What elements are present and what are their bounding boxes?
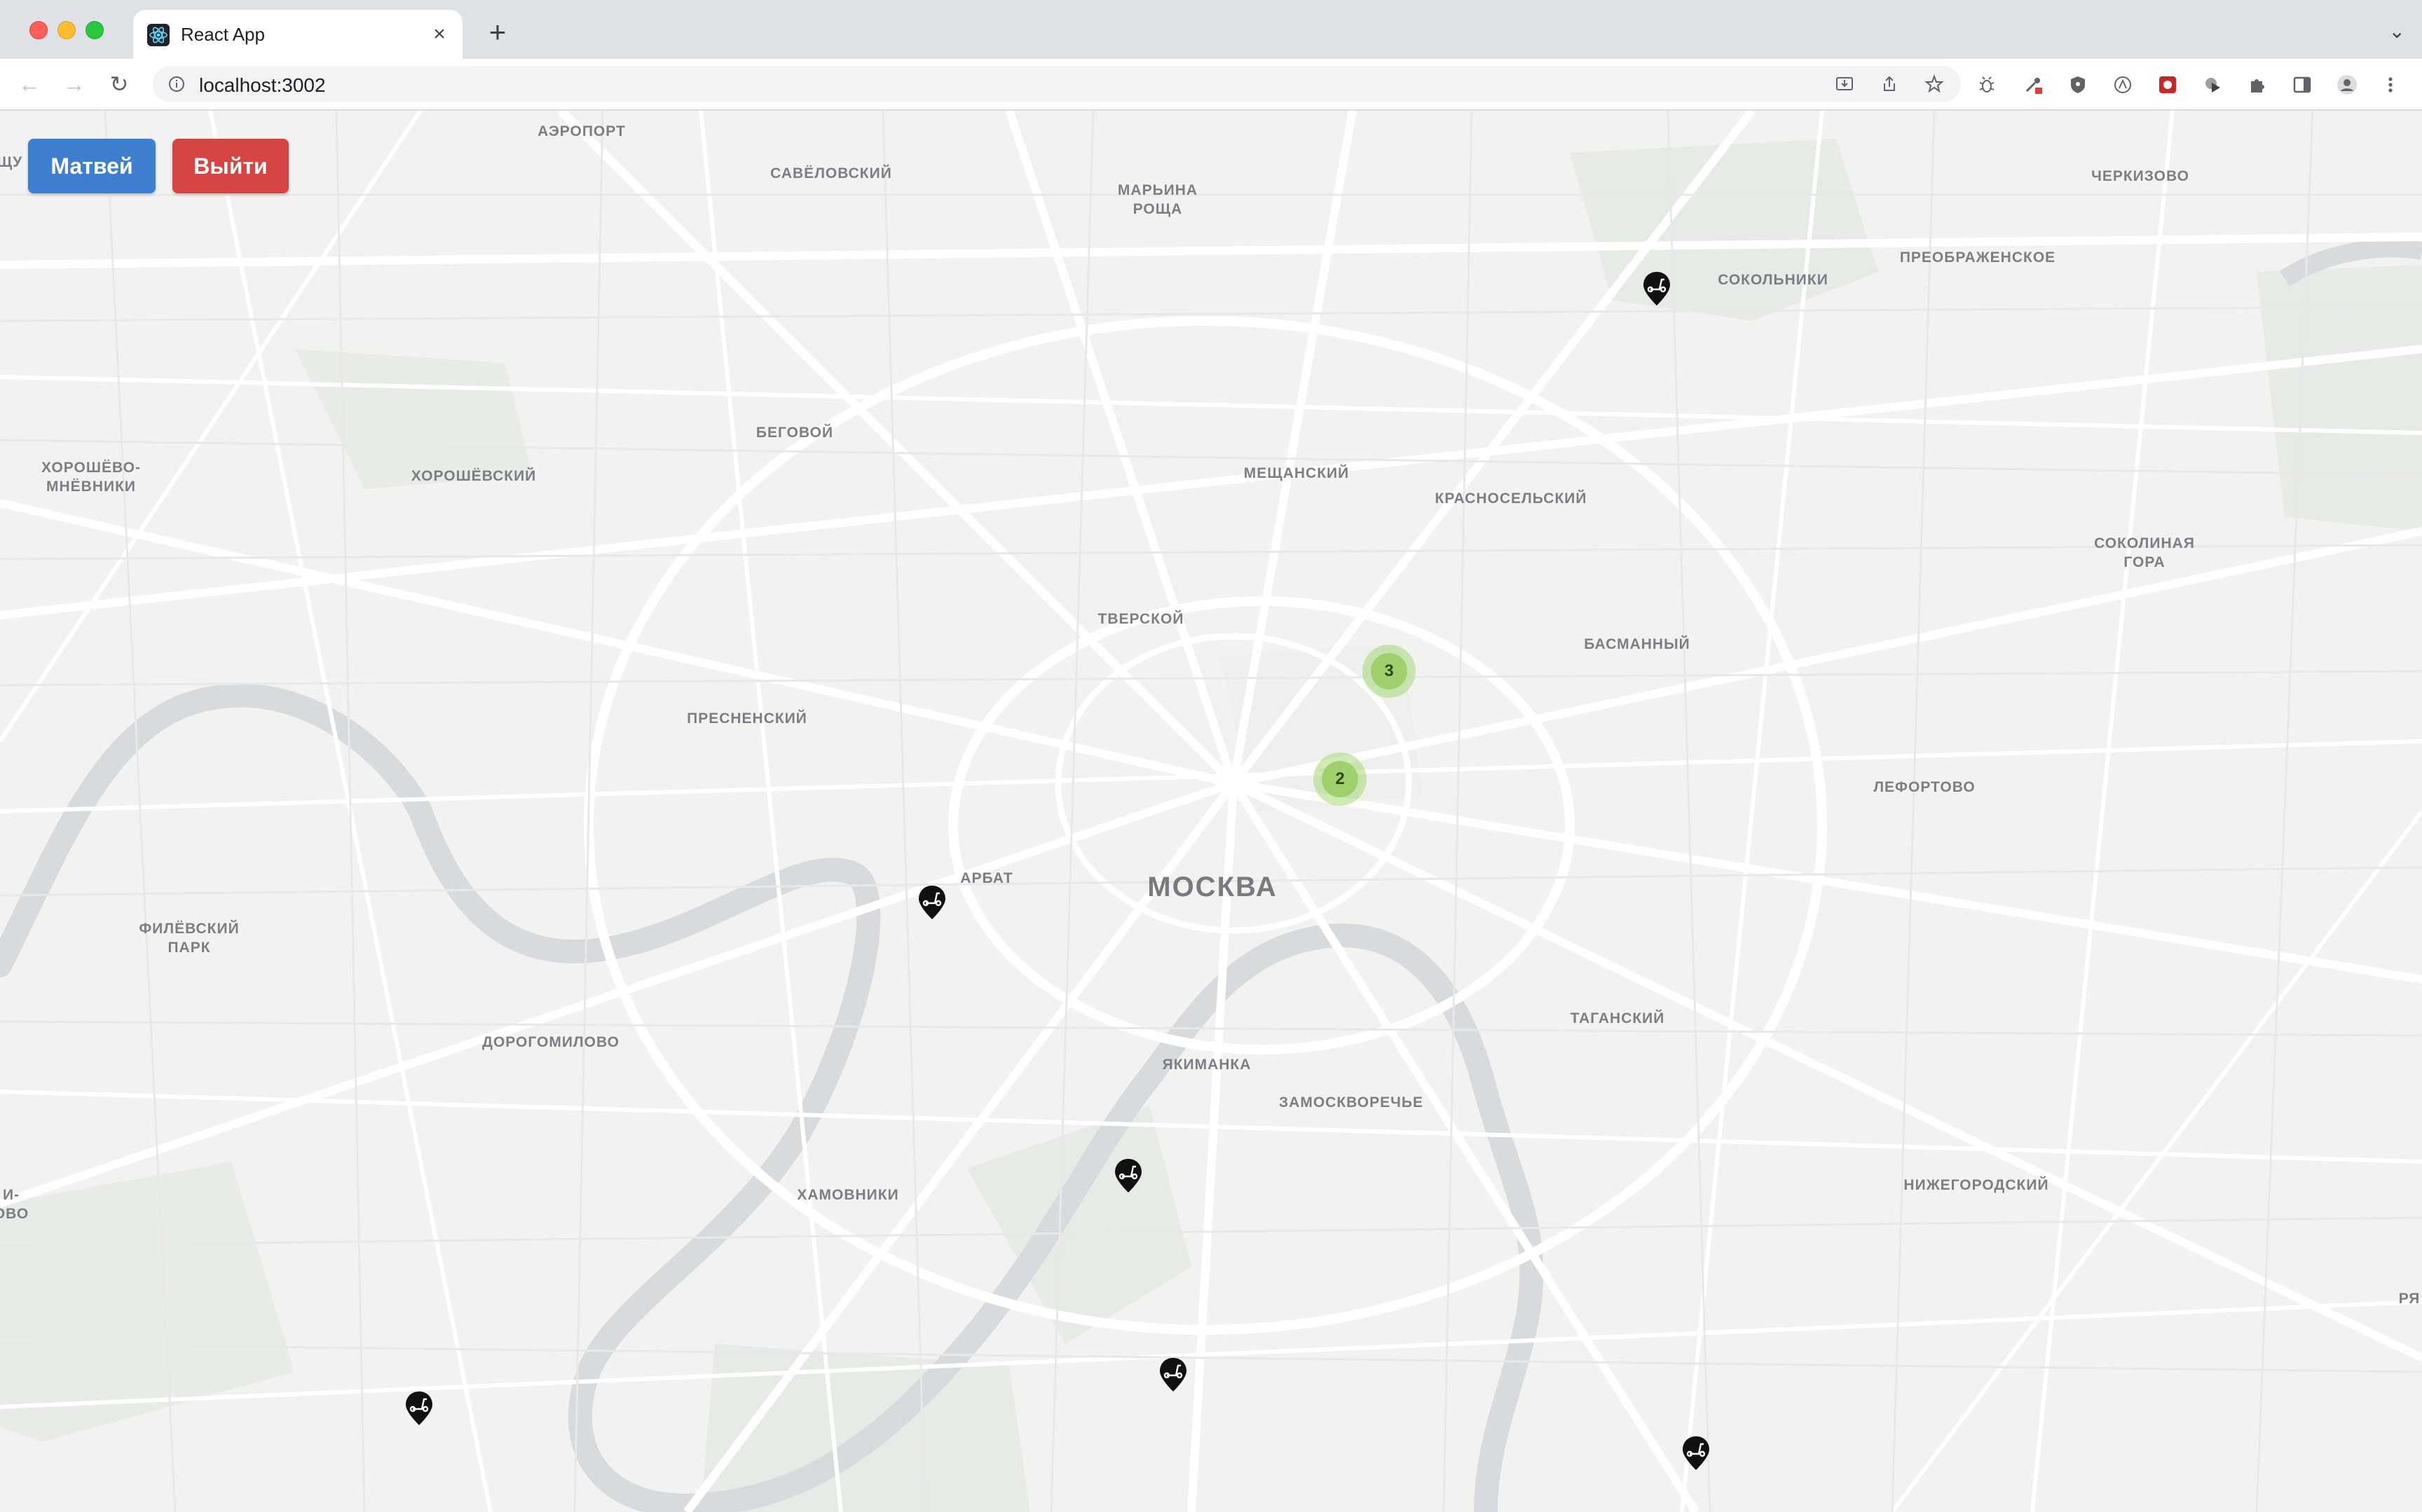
translate-extension-icon[interactable] <box>2112 74 2133 95</box>
maximize-window-button[interactable] <box>85 21 104 39</box>
district-label-sokolinaya-gora: СОКОЛИНАЯ ГОРА <box>2094 535 2195 570</box>
bookmark-star-icon[interactable] <box>1924 74 1944 94</box>
url-text: localhost:3002 <box>199 74 326 96</box>
side-panel-icon[interactable] <box>2292 74 2313 95</box>
district-label-krasnoselsky: КРАСНОСЕЛЬСКИЙ <box>1435 490 1587 507</box>
map-canvas[interactable]: АЭРОПОРТ САВЁЛОВСКИЙ МАРЬИНА РОЩА ЧЕРКИЗ… <box>0 111 2422 1512</box>
red-extension-icon[interactable] <box>2157 74 2178 95</box>
eyedropper-extension-icon[interactable] <box>2023 74 2044 95</box>
play-extension-icon[interactable] <box>2202 74 2223 95</box>
tab-title: React App <box>181 24 265 45</box>
react-logo-icon <box>147 24 170 46</box>
shield-extension-icon[interactable] <box>2067 74 2088 95</box>
extensions-puzzle-icon[interactable] <box>2247 74 2268 95</box>
browser-menu-icon[interactable] <box>2380 74 2401 95</box>
back-button[interactable]: ← <box>15 70 43 98</box>
scooter-marker[interactable] <box>1681 1435 1711 1471</box>
new-tab-button[interactable]: + <box>484 18 512 47</box>
district-label-edge-right-bottom: РЯ <box>2398 1291 2421 1307</box>
cluster-count: 2 <box>1322 761 1358 797</box>
district-label-khoroshevsky: ХОРОШЁВСКИЙ <box>411 468 537 484</box>
close-window-button[interactable] <box>29 21 48 39</box>
district-label-cherkizovo: ЧЕРКИЗОВО <box>2091 168 2189 184</box>
district-label-tagansky: ТАГАНСКИЙ <box>1570 1010 1665 1026</box>
browser-toolbar: ← → ↻ localhost:3002 <box>0 59 2422 111</box>
district-label-arbat: АРБАТ <box>960 870 1013 886</box>
district-label-filevsky-park: ФИЛЁВСКИЙ ПАРК <box>139 921 240 956</box>
district-label-basmanny: БАСМАННЫЙ <box>1584 636 1690 652</box>
browser-titlebar: React App × + ⌄ <box>0 0 2422 59</box>
profile-avatar-icon[interactable] <box>2337 74 2358 95</box>
user-profile-button[interactable]: Матвей <box>28 139 156 193</box>
scooter-marker[interactable] <box>1641 270 1672 307</box>
district-label-khoroshevo-mnevniki: ХОРОШЁВО- МНЁВНИКИ <box>41 460 141 495</box>
bug-extension-icon[interactable] <box>1976 74 1997 95</box>
district-label-zamoskvorechye: ЗАМОСКВОРЕЧЬЕ <box>1279 1094 1423 1111</box>
tab-search-button[interactable]: ⌄ <box>2389 20 2405 43</box>
district-label-sokolniki: СОКОЛЬНИКИ <box>1718 272 1828 288</box>
scooter-marker[interactable] <box>1158 1356 1189 1393</box>
district-label-edge-left-top: ЩУ <box>0 154 23 170</box>
site-info-icon[interactable] <box>168 76 185 92</box>
forward-button[interactable]: → <box>60 70 88 98</box>
district-label-aeroport: АЭРОПОРТ <box>538 123 626 139</box>
district-label-khamovniki: ХАМОВНИКИ <box>797 1187 899 1203</box>
district-label-yakimanka: ЯКИМАНКА <box>1162 1057 1252 1073</box>
scooter-marker[interactable] <box>404 1390 435 1427</box>
district-label-savelovsky: САВЁЛОВСКИЙ <box>770 165 892 181</box>
district-label-begovoy: БЕГОВОЙ <box>755 425 834 441</box>
minimize-window-button[interactable] <box>57 21 76 39</box>
share-icon[interactable] <box>1880 74 1899 94</box>
district-label-preobrazhenskoe: ПРЕОБРАЖЕНСКОЕ <box>1899 249 2056 266</box>
scooter-marker[interactable] <box>1113 1157 1144 1194</box>
district-label-meshchansky: МЕЩАНСКИЙ <box>1243 465 1350 481</box>
district-label-presnensky: ПРЕСНЕНСКИЙ <box>687 710 807 727</box>
install-app-icon[interactable] <box>1835 74 1854 94</box>
scooter-marker[interactable] <box>917 884 947 921</box>
marker-cluster[interactable]: 3 <box>1362 645 1416 698</box>
map-base-layer <box>0 111 2422 1512</box>
browser-tab[interactable]: React App × <box>133 10 463 59</box>
address-bar[interactable]: localhost:3002 <box>153 66 1961 102</box>
marker-cluster[interactable]: 2 <box>1313 752 1367 806</box>
logout-button[interactable]: Выйти <box>172 139 289 193</box>
district-label-dorogomilovo: ДОРОГОМИЛОВО <box>482 1034 620 1050</box>
district-label-lefortovo: ЛЕФОРТОВО <box>1873 779 1976 795</box>
district-label-nizhegorodsky: НИЖЕГОРОДСКИЙ <box>1903 1177 2049 1193</box>
district-label-tverskoy: ТВЕРСКОЙ <box>1097 611 1184 627</box>
tab-close-button[interactable]: × <box>427 22 451 46</box>
cluster-count: 3 <box>1371 653 1407 689</box>
district-label-edge-left-bottom: И- ОВО <box>0 1187 29 1222</box>
reload-button[interactable]: ↻ <box>105 70 133 98</box>
district-label-marina-roshcha: МАРЬИНА РОЩА <box>1117 182 1198 217</box>
city-label: МОСКВА <box>1147 872 1278 902</box>
